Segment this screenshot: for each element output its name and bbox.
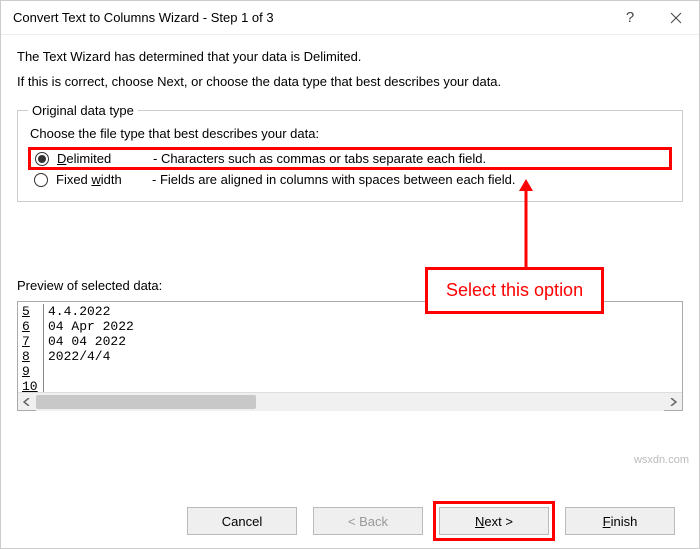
scroll-thumb[interactable] (36, 395, 256, 409)
help-button[interactable]: ? (607, 1, 653, 35)
scroll-right-button[interactable] (664, 393, 682, 411)
wizard-window: Convert Text to Columns Wizard - Step 1 … (0, 0, 700, 549)
choose-label: Choose the file type that best describes… (30, 126, 672, 141)
finish-button[interactable]: Finish (565, 507, 675, 535)
chevron-left-icon (23, 398, 31, 406)
close-button[interactable] (653, 1, 699, 35)
fixed-width-desc: - Fields are aligned in columns with spa… (152, 172, 666, 187)
radio-delimited[interactable] (35, 152, 49, 166)
option-fixed-width-row[interactable]: Fixed width - Fields are aligned in colu… (28, 170, 672, 189)
delimited-label: Delimited (57, 151, 145, 166)
radio-fixed-width[interactable] (34, 173, 48, 187)
close-icon (669, 11, 683, 25)
preview-scrollbar[interactable] (18, 392, 682, 410)
next-button[interactable]: Next > (439, 507, 549, 535)
preview-row: 10 (18, 379, 682, 392)
preview-rows: 54.4.2022 604 Apr 2022 704 04 2022 82022… (18, 302, 682, 392)
annotation-callout: Select this option (425, 267, 604, 314)
intro-line-2: If this is correct, choose Next, or choo… (17, 74, 683, 89)
back-button[interactable]: < Back (313, 507, 423, 535)
group-legend: Original data type (28, 103, 138, 118)
scroll-left-button[interactable] (18, 393, 36, 411)
annotation-arrow (525, 179, 527, 267)
original-data-type-group: Original data type Choose the file type … (17, 103, 683, 202)
intro-line-1: The Text Wizard has determined that your… (17, 49, 683, 64)
button-bar: Cancel < Back Next > Finish (1, 494, 699, 548)
preview-row: 604 Apr 2022 (18, 319, 682, 334)
preview-row: 9 (18, 364, 682, 379)
window-title: Convert Text to Columns Wizard - Step 1 … (13, 10, 607, 25)
titlebar: Convert Text to Columns Wizard - Step 1 … (1, 1, 699, 35)
cancel-button[interactable]: Cancel (187, 507, 297, 535)
delimited-desc: - Characters such as commas or tabs sepa… (153, 151, 665, 166)
preview-box: 54.4.2022 604 Apr 2022 704 04 2022 82022… (17, 301, 683, 411)
scroll-track[interactable] (36, 393, 664, 411)
preview-row: 704 04 2022 (18, 334, 682, 349)
content-area: The Text Wizard has determined that your… (1, 35, 699, 494)
option-delimited-row[interactable]: Delimited - Characters such as commas or… (28, 147, 672, 170)
preview-row: 82022/4/4 (18, 349, 682, 364)
fixed-width-label: Fixed width (56, 172, 144, 187)
chevron-right-icon (669, 398, 677, 406)
